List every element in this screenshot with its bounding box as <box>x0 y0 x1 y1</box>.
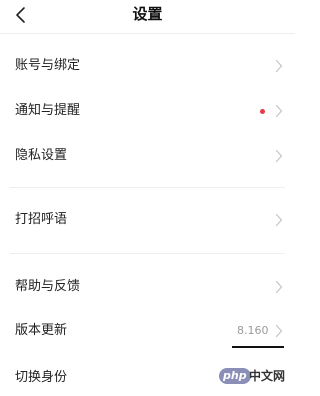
nav-bar: 设置 <box>0 0 295 30</box>
settings-row-greeting[interactable]: 打招呼语 <box>0 202 295 238</box>
chevron-right-icon <box>275 59 283 73</box>
row-label-switch-identity: 切换身份 <box>15 370 68 385</box>
settings-row-privacy[interactable]: 隐私设置 <box>0 138 295 174</box>
row-label-notifications: 通知与提醒 <box>15 103 81 118</box>
section-divider <box>10 187 285 188</box>
chevron-right-icon <box>275 104 283 118</box>
page-title: 设置 <box>132 5 163 23</box>
settings-row-account[interactable]: 账号与绑定 <box>0 48 295 84</box>
notification-dot <box>260 109 265 114</box>
watermark-logo: php 中文网 <box>219 367 291 385</box>
header-divider <box>0 33 295 34</box>
watermark-php-text: php <box>219 368 251 384</box>
settings-row-help[interactable]: 帮助与反馈 <box>0 269 295 305</box>
row-label-account: 账号与绑定 <box>15 58 81 73</box>
scroll-indicator <box>232 346 284 348</box>
chevron-right-icon <box>275 280 283 294</box>
row-label-version: 版本更新 <box>15 323 68 338</box>
row-label-greeting: 打招呼语 <box>15 212 68 227</box>
row-label-privacy: 隐私设置 <box>15 148 68 163</box>
section-divider <box>10 253 285 254</box>
settings-row-notifications[interactable]: 通知与提醒 <box>0 93 295 129</box>
watermark-site-text: 中文网 <box>249 369 286 383</box>
chevron-right-icon <box>275 213 283 227</box>
version-number: 8.160 <box>237 324 269 337</box>
chevron-right-icon <box>275 149 283 163</box>
chevron-right-icon <box>275 324 283 338</box>
row-label-help: 帮助与反馈 <box>15 279 81 294</box>
settings-row-version[interactable]: 版本更新 8.160 <box>0 313 295 349</box>
